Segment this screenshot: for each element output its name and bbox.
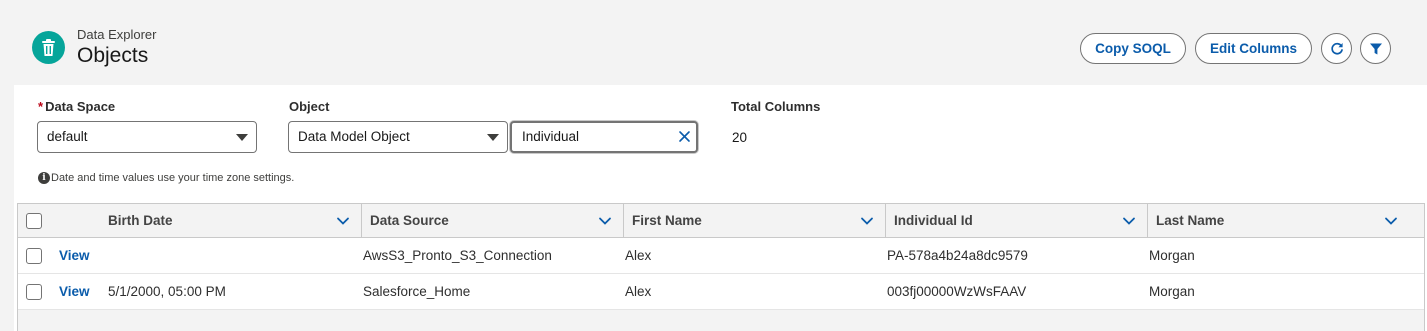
data-explorer-panel: * Data Space default Object Data Model Ob… [14,85,1427,331]
object-search-input[interactable]: Individual [510,121,698,153]
total-columns-value: 20 [732,130,748,145]
row-checkbox[interactable] [26,248,42,264]
chevron-down-icon[interactable] [1384,215,1398,227]
copy-soql-button[interactable]: Copy SOQL [1080,33,1186,64]
column-header-birth-date[interactable]: Birth Date [100,204,360,237]
column-label: Individual Id [894,213,973,228]
column-header-first-name[interactable]: First Name [624,204,884,237]
object-type-value: Data Model Object [298,129,410,144]
data-source-cell: Salesforce_Home [363,284,471,299]
table-row: View 5/1/2000, 05:00 PM Salesforce_Home … [18,274,1424,310]
refresh-icon [1330,42,1343,54]
select-all-checkbox[interactable] [26,213,42,229]
row-checkbox[interactable] [26,284,42,300]
breadcrumb: Data Explorer [77,27,157,42]
chevron-down-icon[interactable] [860,215,874,227]
last-name-cell: Morgan [1149,248,1195,263]
view-link[interactable]: View [59,238,90,274]
page-title: Objects [77,44,149,67]
caret-down-icon [487,134,499,141]
first-name-cell: Alex [625,248,652,263]
object-label: Object [289,99,330,114]
refresh-button[interactable] [1321,33,1352,64]
chevron-down-icon[interactable] [1122,215,1136,227]
filter-button[interactable] [1360,33,1391,64]
data-space-label-text: Data Space [45,99,116,114]
column-label: First Name [632,213,702,228]
filter-icon [1369,43,1382,54]
first-name-cell: Alex [625,284,652,299]
column-label: Last Name [1156,213,1225,228]
data-space-value: default [47,129,88,144]
timezone-note-text: Date and time values use your time zone … [51,172,295,184]
data-space-label: * Data Space [38,99,115,114]
trash-bin-icon [32,31,65,64]
column-label: Data Source [370,213,449,228]
individual-id-cell: 003fj00000WzWsFAAV [887,284,1027,299]
page-header: Data Explorer Objects Copy SOQL Edit Col… [0,0,1427,84]
clear-icon[interactable] [678,130,691,143]
data-source-cell: AwsS3_Pronto_S3_Connection [363,248,552,263]
caret-down-icon [236,134,248,141]
object-search-value: Individual [522,129,580,144]
records-table: Birth Date Data Source First Name Indivi… [17,203,1425,331]
required-marker: * [38,99,44,114]
total-columns-label: Total Columns [731,99,821,114]
column-label: Birth Date [108,213,173,228]
edit-columns-button[interactable]: Edit Columns [1195,33,1312,64]
chevron-down-icon[interactable] [598,215,612,227]
table-header: Birth Date Data Source First Name Indivi… [18,204,1424,238]
timezone-note: i Date and time values use your time zon… [38,172,294,184]
view-link[interactable]: View [59,274,90,310]
birth-date-cell: 5/1/2000, 05:00 PM [108,284,226,299]
data-space-select[interactable]: default [37,121,257,153]
object-type-select[interactable]: Data Model Object [288,121,508,153]
column-header-last-name[interactable]: Last Name [1148,204,1408,237]
chevron-down-icon[interactable] [336,215,350,227]
individual-id-cell: PA-578a4b24a8dc9579 [887,248,1028,263]
table-row: View AwsS3_Pronto_S3_Connection Alex PA-… [18,238,1424,274]
column-header-individual-id[interactable]: Individual Id [886,204,1146,237]
info-icon: i [38,172,50,184]
last-name-cell: Morgan [1149,284,1195,299]
column-header-data-source[interactable]: Data Source [362,204,622,237]
